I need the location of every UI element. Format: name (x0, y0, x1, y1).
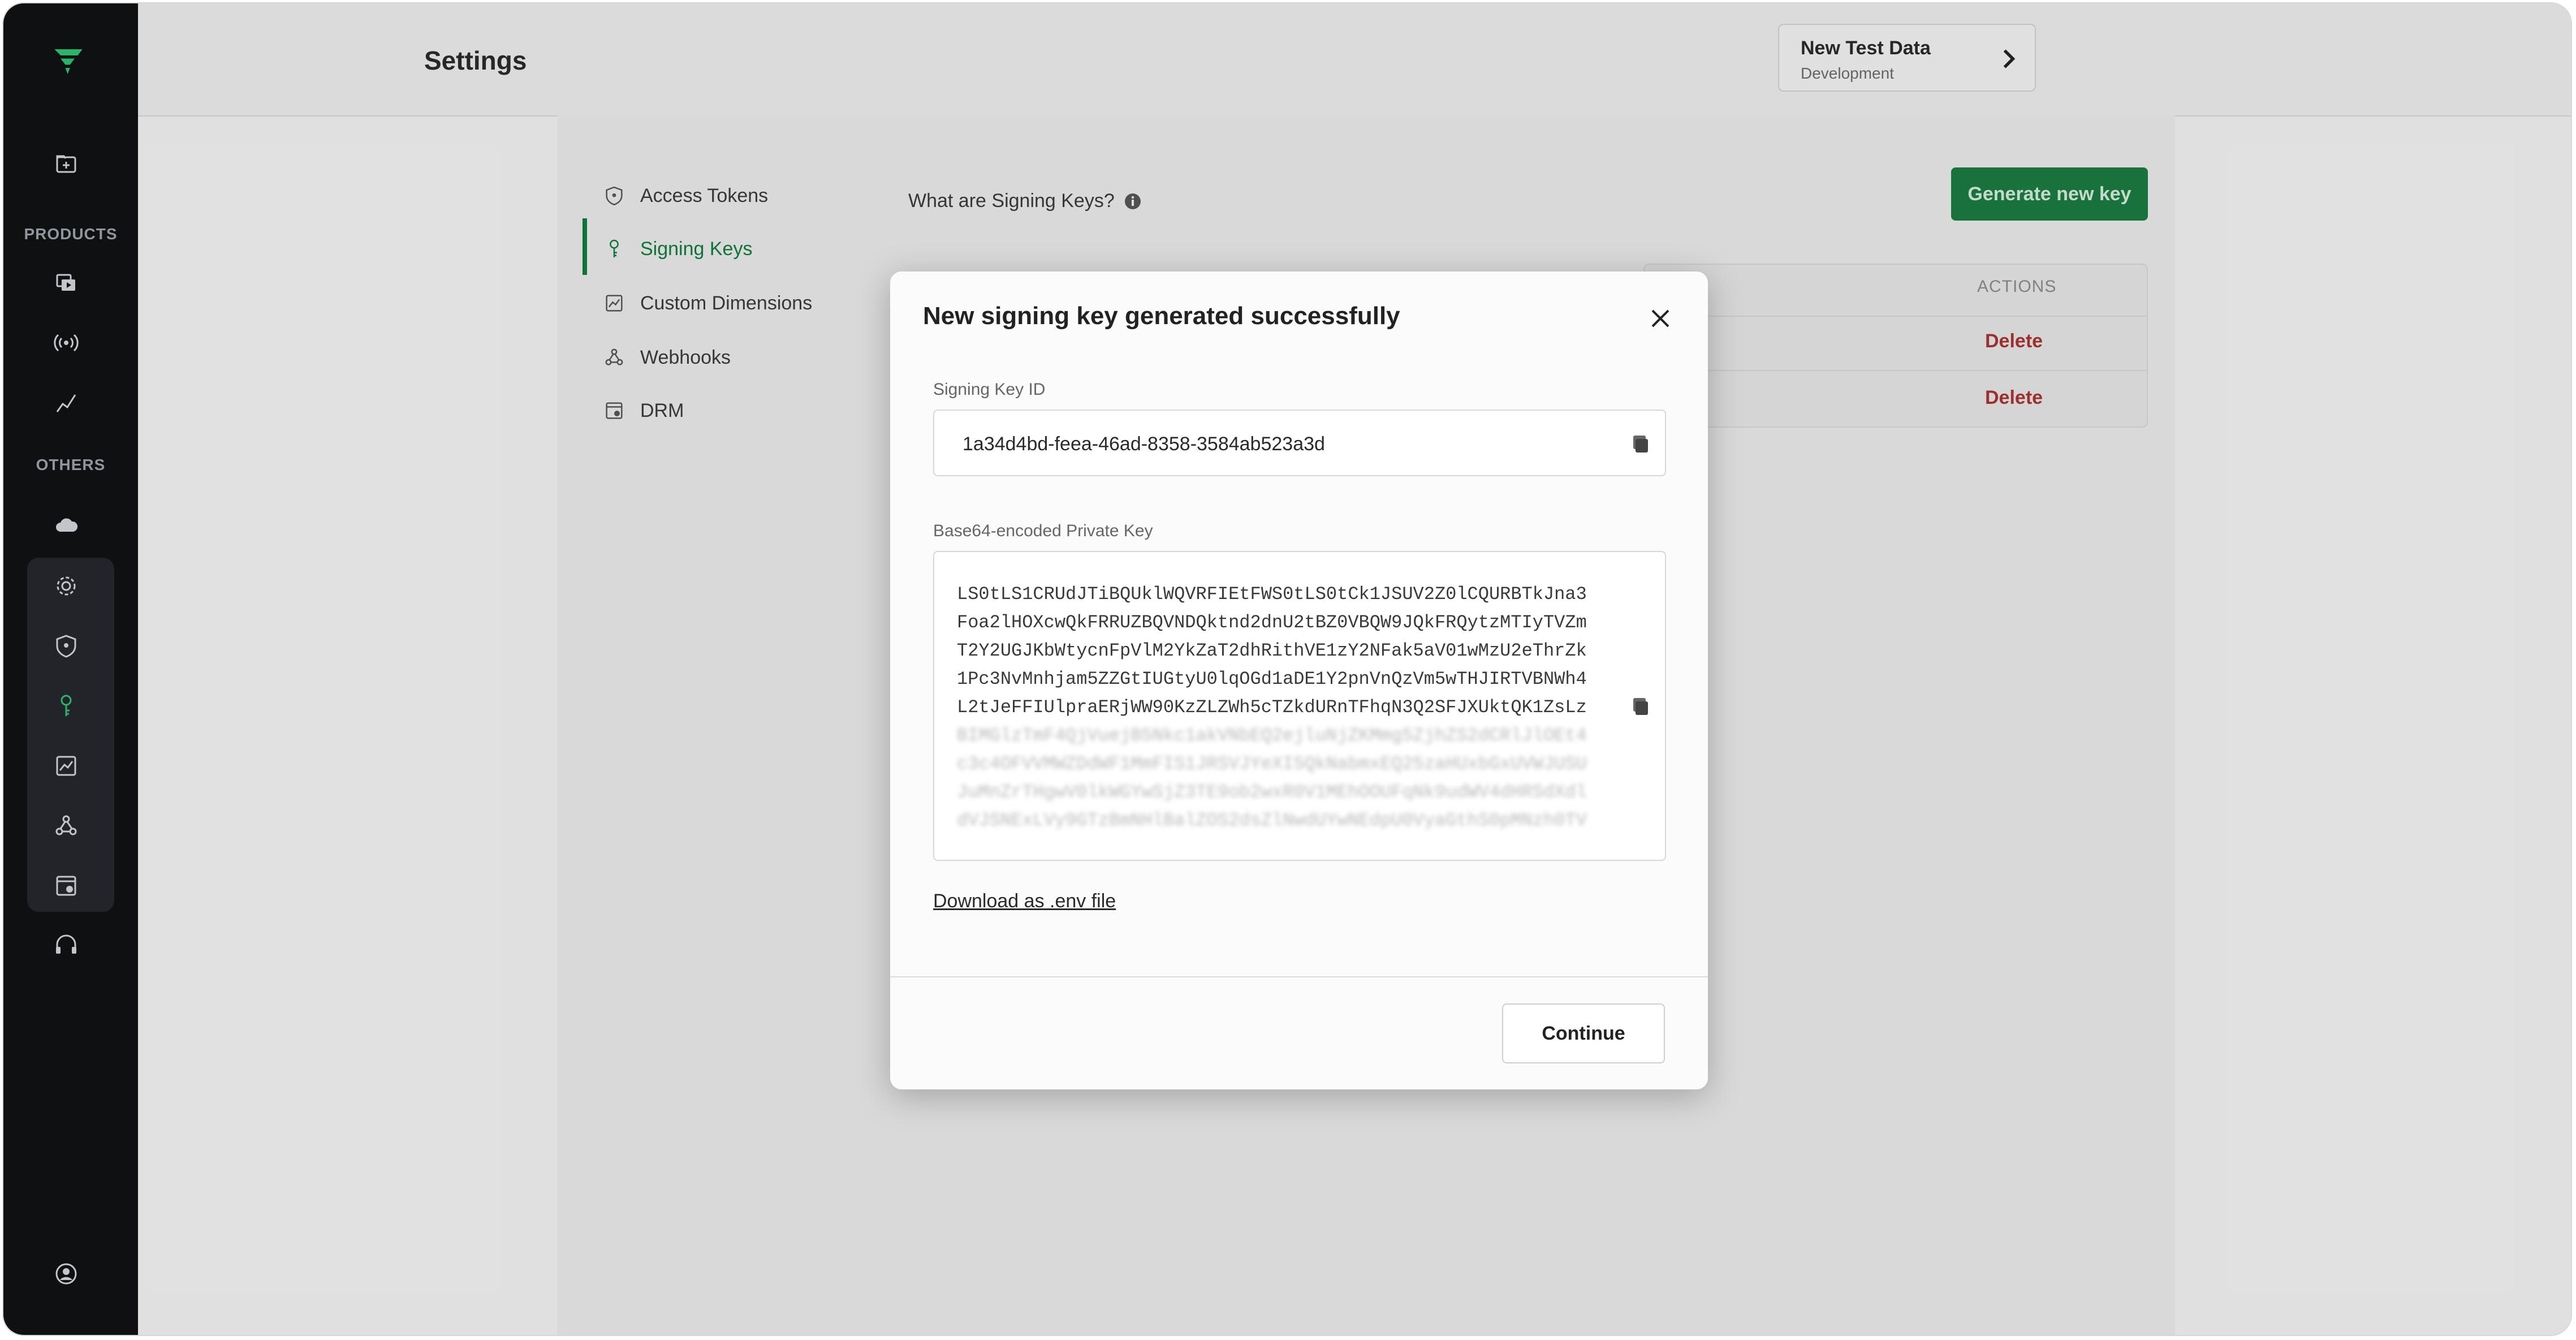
download-env-link[interactable]: Download as .env file (933, 890, 1116, 912)
modal-footer-divider (890, 976, 1708, 977)
private-key-line-masked: c3c4OFVVMWZDdWF1MmFIS1JRSVJYeXI5QkNabmxE… (957, 753, 1587, 774)
signing-key-id-field[interactable]: 1a34d4bd-feea-46ad-8358-3584ab523a3d (933, 410, 1666, 476)
continue-button[interactable]: Continue (1502, 1003, 1665, 1063)
close-icon (1651, 309, 1669, 327)
private-key-line-masked: dVJSNExLVy9GTzBmNHlBalZOS2dsZlNwdUYwNEdp… (957, 810, 1587, 831)
private-key-line: T2Y2UGJKbWtycnFpVlM2YkZaT2dhRithVE1zY2NF… (957, 640, 1587, 661)
copy-icon[interactable] (1629, 695, 1651, 717)
private-key-line: L2tJeFFIUlpraERjWW90KzZLZWh5cTZkdURnTFhq… (957, 697, 1587, 718)
private-key-line: LS0tLS1CRUdJTiBQUklWQVRFIEtFWS0tLS0tCk1J… (957, 584, 1587, 605)
app-window: PRODUCTS OTHERS Settings New Test Data D… (3, 3, 2571, 1335)
private-key-line-masked: JuMnZrTHgwV0lkWGYwSjZ3TE9ob2wxR0V1MEhOOU… (957, 782, 1587, 803)
private-key-label: Base64-encoded Private Key (933, 522, 1153, 540)
private-key-line-masked: BIMGlzTmF4QjVuejB5Nkc1akVNbEQ2ejluNjZKMm… (957, 725, 1587, 746)
private-key-line: Foa2lHOXcwQkFRRUZBQVNDQktnd2dnU2tBZ0VBQW… (957, 612, 1587, 633)
signing-key-modal: New signing key generated successfully S… (890, 272, 1708, 1089)
signing-key-id-value: 1a34d4bd-feea-46ad-8358-3584ab523a3d (963, 433, 1325, 455)
modal-title: New signing key generated successfully (923, 302, 1400, 330)
private-key-field[interactable]: LS0tLS1CRUdJTiBQUklWQVRFIEtFWS0tLS0tCk1J… (933, 551, 1666, 861)
signing-key-id-label: Signing Key ID (933, 380, 1046, 399)
copy-icon[interactable] (1629, 432, 1651, 455)
private-key-line: 1Pc3NvMnhjam5ZZGtIUGtyU0lqOGd1aDE1Y2pnVn… (957, 669, 1587, 690)
close-button[interactable] (1642, 301, 1679, 337)
